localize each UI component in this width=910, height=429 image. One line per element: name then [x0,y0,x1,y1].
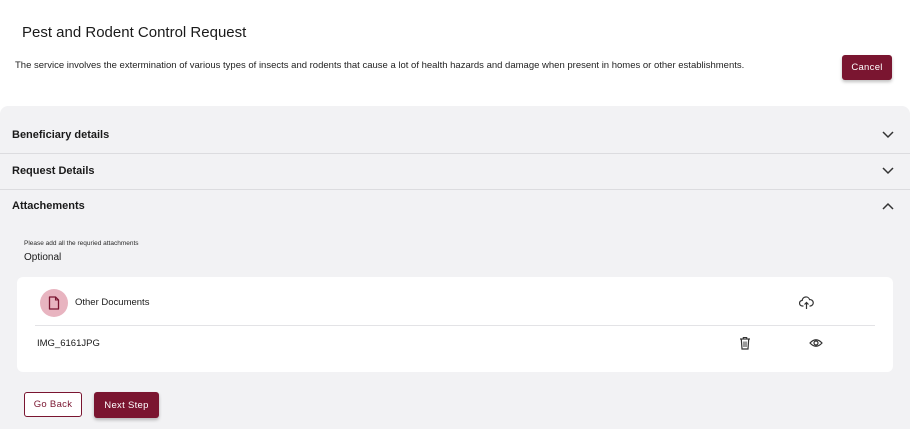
divider [35,325,875,326]
document-type-label: Other Documents [75,297,150,308]
eye-icon[interactable] [809,338,823,348]
accordion-title: Request Details [12,165,95,177]
chevron-down-icon[interactable] [881,130,895,140]
chevron-down-icon[interactable] [881,166,895,176]
accordion-beneficiary-details[interactable]: Beneficiary details [0,118,910,154]
cancel-button[interactable]: Cancel [842,55,892,80]
page-header: Pest and Rodent Control Request The serv… [0,0,910,106]
trash-icon[interactable] [739,336,751,350]
service-description: The service involves the extermination o… [15,60,745,71]
accordion-attachements[interactable]: Attachements [0,189,910,224]
chevron-up-icon[interactable] [881,201,895,211]
accordion-title: Attachements [12,200,85,212]
next-step-button[interactable]: Next Step [94,392,159,418]
upload-cloud-icon[interactable] [799,296,814,310]
document-icon [48,296,60,310]
page-title: Pest and Rodent Control Request [22,24,247,41]
request-form-panel: Beneficiary details Request Details Atta… [0,106,910,429]
go-back-button[interactable]: Go Back [24,392,82,417]
file-name: IMG_6161JPG [37,338,100,349]
page: Pest and Rodent Control Request The serv… [0,0,910,429]
optional-label: Optional [24,252,62,263]
attachment-card: Other Documents IMG_6161JPG [17,277,893,372]
accordion-request-details[interactable]: Request Details [0,154,910,190]
document-icon-badge [40,289,68,317]
accordion-title: Beneficiary details [12,129,110,141]
attachments-hint: Please add all the requried attachments [24,240,139,247]
